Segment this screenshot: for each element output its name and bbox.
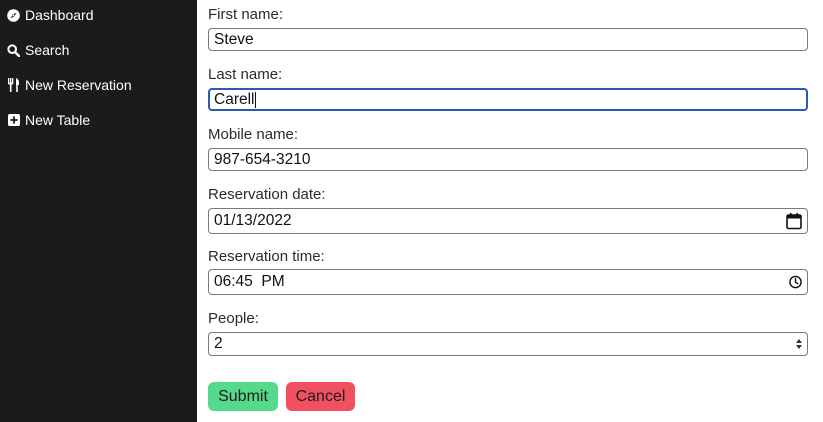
reservation-time-input[interactable]: 06:45 PM [208, 269, 808, 295]
reservation-date-label: Reservation date: [208, 186, 326, 203]
people-input[interactable]: 2 [208, 332, 808, 356]
utensils-icon [7, 78, 20, 92]
people-label: People: [208, 310, 259, 327]
sidebar-item-label: Search [25, 42, 70, 58]
reservation-form: First name: Steve Last name: Carell Mobi… [197, 0, 823, 422]
submit-button[interactable]: Submit [208, 382, 278, 411]
sidebar-item-label: Dashboard [25, 7, 94, 23]
sidebar-item-dashboard[interactable]: Dashboard [7, 5, 94, 25]
last-name-input[interactable]: Carell [208, 88, 808, 111]
last-name-label: Last name: [208, 66, 283, 83]
sidebar-item-label: New Table [25, 112, 91, 128]
sidebar-item-search[interactable]: Search [7, 40, 69, 60]
mobile-value: 987-654-3210 [214, 150, 311, 168]
reservation-time-value: 06:45 PM [214, 273, 285, 290]
text-caret [255, 91, 257, 108]
calendar-icon[interactable] [786, 213, 802, 230]
number-stepper[interactable] [796, 339, 802, 349]
first-name-input[interactable]: Steve [208, 28, 808, 51]
sidebar: Dashboard Search New Reservation New Tab… [0, 0, 197, 422]
plus-square-icon [7, 114, 20, 127]
search-icon [7, 43, 20, 57]
cancel-button[interactable]: Cancel [286, 382, 355, 411]
stepper-down-icon[interactable] [796, 345, 802, 349]
first-name-value: Steve [214, 30, 254, 48]
first-name-label: First name: [208, 6, 284, 23]
mobile-label: Mobile name: [208, 126, 299, 143]
last-name-value: Carell [214, 90, 255, 108]
mobile-input[interactable]: 987-654-3210 [208, 148, 808, 171]
stepper-up-icon[interactable] [796, 339, 802, 343]
sidebar-item-new-table[interactable]: New Table [7, 110, 90, 130]
sidebar-item-new-reservation[interactable]: New Reservation [7, 75, 132, 95]
reservation-date-value: 01/13/2022 [214, 212, 292, 229]
sidebar-item-label: New Reservation [25, 77, 132, 93]
clock-icon[interactable] [789, 275, 802, 289]
reservation-time-label: Reservation time: [208, 248, 325, 265]
people-value: 2 [214, 335, 223, 352]
reservation-date-input[interactable]: 01/13/2022 [208, 208, 808, 234]
compass-icon [7, 8, 20, 22]
